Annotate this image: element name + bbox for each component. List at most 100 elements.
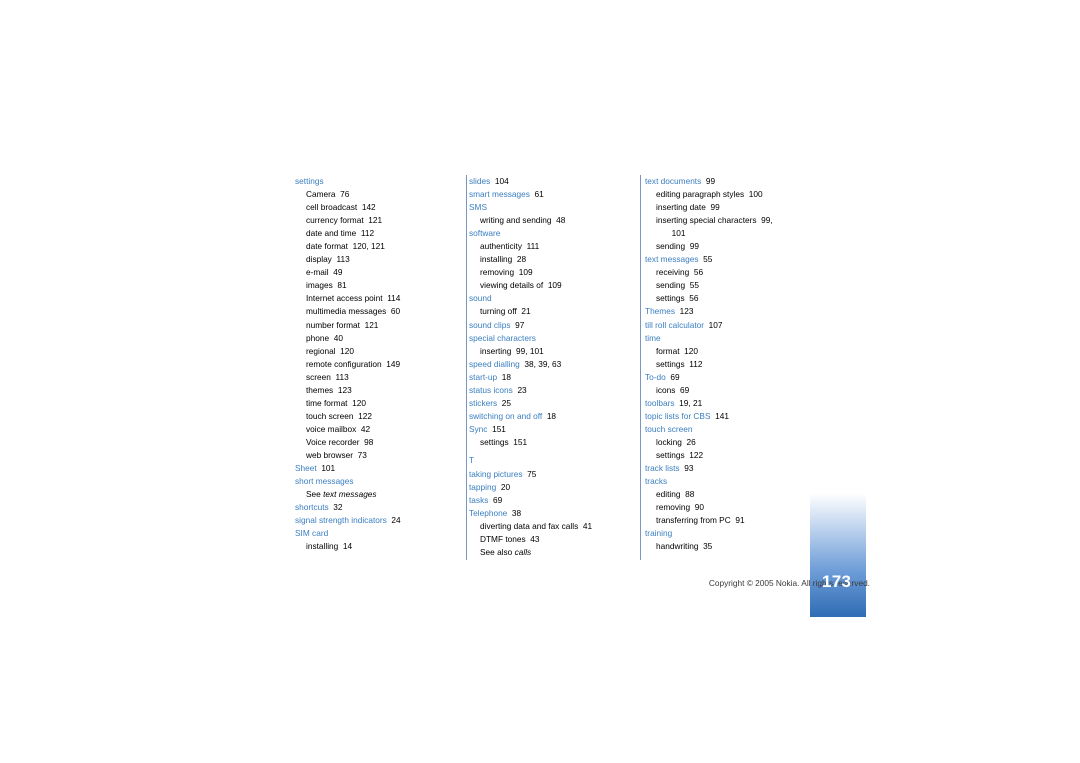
index-entry-label: authenticity xyxy=(480,241,522,252)
index-entry-label: Themes xyxy=(645,306,675,317)
index-entry-label: inserting date xyxy=(656,202,706,213)
index-subentry: sending 99 xyxy=(645,240,805,253)
index-entry-page: 149 xyxy=(386,358,401,369)
index-entry-page: 111 xyxy=(526,241,540,252)
index-entry-label: phone xyxy=(306,332,330,343)
index-subentry: installing 28 xyxy=(469,253,629,266)
index-entry-label: removing xyxy=(480,267,515,278)
index-entry-label: editing paragraph styles xyxy=(656,189,745,200)
index-entry-page: 75 xyxy=(527,469,537,480)
index-entry-page: 48 xyxy=(556,215,566,226)
index-column-1: settings Camera 76 cell broadcast 142 curre… xyxy=(295,175,455,553)
index-entry-page: 81 xyxy=(337,280,347,291)
index-entry: touch screen xyxy=(645,423,805,436)
index-entry-label: Telephone xyxy=(469,508,508,519)
index-entry: Sync 151 xyxy=(469,423,629,436)
index-entry-label: date and time xyxy=(306,228,357,239)
index-entry: Telephone 38 xyxy=(469,507,629,520)
index-cross-reference: calls xyxy=(514,547,532,558)
index-entry-page: 24 xyxy=(391,515,401,526)
index-entry: special characters xyxy=(469,332,629,345)
index-entry-label: web browser xyxy=(306,449,354,460)
index-entry-label: tapping xyxy=(469,482,497,493)
index-entry: text documents 99 xyxy=(645,175,805,188)
index-subentry: Voice recorder 98 xyxy=(295,436,455,449)
index-cross-reference: text messages xyxy=(323,489,377,500)
index-entry-page: 26 xyxy=(686,436,696,447)
index-entry-label: currency format xyxy=(306,215,364,226)
index-entry: SMS xyxy=(469,201,629,214)
index-subentry: display 113 xyxy=(295,253,455,266)
index-entry: Themes 123 xyxy=(645,305,805,318)
index-entry-label: See also xyxy=(480,547,513,558)
index-subentry: removing 90 xyxy=(645,501,805,514)
index-entry-label: transferring from PC xyxy=(656,515,731,526)
index-entry-label: settings xyxy=(295,176,324,186)
index-entry-label: smart messages xyxy=(469,189,530,200)
index-entry-label: special characters xyxy=(469,332,536,343)
index-entry-label: inserting xyxy=(480,345,512,356)
index-entry-page: 20 xyxy=(500,482,511,493)
index-entry-page: 141 xyxy=(715,410,729,421)
index-subentry: See text messages xyxy=(295,488,455,501)
index-entry-label: inserting special characters xyxy=(656,215,757,226)
index-subentry: number format 121 xyxy=(295,319,455,332)
index-subentry: authenticity 111 xyxy=(469,240,629,253)
index-subentry: turning off 21 xyxy=(469,305,629,318)
index-entry-label: turning off xyxy=(480,306,517,317)
index-entry-page: 14 xyxy=(342,541,353,552)
index-entry-page: 38 xyxy=(511,508,522,519)
index-entry-label: tasks xyxy=(469,495,489,506)
index-entry-page: 122 xyxy=(358,410,372,421)
index-entry: time xyxy=(645,332,805,345)
index-subentry: date and time 112 xyxy=(295,227,455,240)
index-entry-page: 109 xyxy=(547,280,562,291)
index-entry-page: 99, xyxy=(761,215,773,226)
index-entry-page: 49 xyxy=(333,267,343,278)
index-entry-label: sending xyxy=(656,241,686,252)
index-subentry: DTMF tones 43 xyxy=(469,533,629,546)
index-entry-page: 113 xyxy=(335,371,349,382)
index-entry-label: track lists xyxy=(645,463,680,474)
index-entry-page: 112 xyxy=(360,228,375,239)
index-entry-page: 18 xyxy=(501,371,511,382)
index-entry: slides 104 xyxy=(469,175,629,188)
index-entry-page: 120 xyxy=(352,397,366,408)
index-entry-label: short messages xyxy=(295,476,354,487)
index-entry-page: 60 xyxy=(390,306,401,317)
index-entry-page: 91 xyxy=(735,515,745,526)
index-entry-label: themes xyxy=(306,384,334,395)
index-entry: track lists 93 xyxy=(645,462,805,475)
index-entry-page: 98 xyxy=(364,436,374,447)
index-entry-page: 61 xyxy=(534,189,544,200)
index-entry-page: 55 xyxy=(689,280,699,291)
index-subentry: installing 14 xyxy=(295,540,455,553)
index-subentry: locking 26 xyxy=(645,436,805,449)
index-entry: toolbars 19, 21 xyxy=(645,397,805,410)
index-entry-page: 121 xyxy=(368,215,383,226)
index-entry: start-up 18 xyxy=(469,371,629,384)
index-entry-label: Internet access point xyxy=(306,293,383,304)
index-subentry: removing 109 xyxy=(469,266,629,279)
index-subentry: cell broadcast 142 xyxy=(295,201,455,214)
index-entry-page: 69 xyxy=(680,384,690,395)
index-entry-label: SIM card xyxy=(295,528,329,539)
index-entry-label: settings xyxy=(656,449,685,460)
index-entry-label: training xyxy=(645,528,673,539)
index-subentry: settings 151 xyxy=(469,436,629,449)
index-entry-label: installing xyxy=(480,254,513,265)
index-entry-label: date format xyxy=(306,241,348,252)
index-entry-page: 19, 21 xyxy=(679,397,703,408)
index-entry-page: 142 xyxy=(361,202,376,213)
index-entry-page: 107 xyxy=(708,319,723,330)
index-entry-page: 40 xyxy=(333,332,343,343)
index-subentry: inserting date 99 xyxy=(645,201,805,214)
index-subentry: images 81 xyxy=(295,279,455,292)
index-entry-label: removing xyxy=(656,502,691,513)
index-subentry: viewing details of 109 xyxy=(469,279,629,292)
index-entry: topic lists for CBS 141 xyxy=(645,410,805,423)
index-subentry: Internet access point 114 xyxy=(295,292,455,305)
index-entry-page: 41 xyxy=(582,521,593,532)
index-entry-label: display xyxy=(306,254,332,265)
index-subentry: settings 112 xyxy=(645,358,805,371)
